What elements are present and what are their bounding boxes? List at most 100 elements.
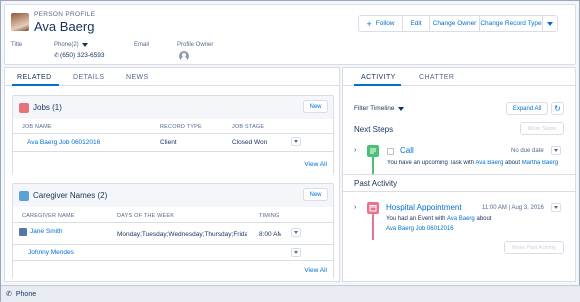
job-record-type: Client bbox=[160, 139, 177, 146]
event-title-link[interactable]: Hospital Appointment bbox=[386, 203, 462, 212]
column-header-days: DAYS OF THE WEEK bbox=[117, 213, 175, 219]
right-tabbar: ACTIVITY CHATTER bbox=[343, 68, 575, 86]
column-header-timing: TIMING bbox=[259, 213, 280, 219]
chevron-right-icon[interactable]: › bbox=[354, 147, 356, 154]
task-actions-button[interactable] bbox=[551, 146, 561, 155]
user-icon[interactable] bbox=[179, 51, 189, 61]
caregivers-card-title[interactable]: Caregiver Names (2) bbox=[33, 191, 107, 200]
jobs-new-button[interactable]: New bbox=[303, 100, 328, 113]
active-tab-indicator bbox=[354, 84, 401, 86]
task-due-date: No due date bbox=[511, 148, 544, 154]
row-actions-button[interactable] bbox=[291, 137, 301, 146]
title-field-label: Title bbox=[11, 42, 23, 48]
job-name-link[interactable]: Ava Baerg Job 06012016 bbox=[27, 139, 100, 146]
chevron-down-icon bbox=[547, 21, 553, 26]
phone-utility-item[interactable]: ✆ Phone bbox=[6, 290, 37, 299]
task-what-link[interactable]: Martha Baerg bbox=[522, 160, 558, 166]
active-tab-indicator bbox=[12, 84, 59, 86]
phone-utility-label: Phone bbox=[15, 290, 37, 298]
caregivers-new-button[interactable]: New bbox=[303, 188, 328, 201]
chevron-down-icon bbox=[294, 251, 298, 254]
task-text-prefix: You have an upcoming Task with bbox=[387, 160, 475, 166]
record-header: PERSON PROFILE Ava Baerg + Follow Edit C… bbox=[4, 4, 576, 65]
chevron-down-icon bbox=[81, 43, 88, 47]
divider bbox=[13, 151, 333, 152]
column-header-record-type: RECORD TYPE bbox=[160, 124, 202, 130]
utility-bar: ✆ Phone bbox=[1, 285, 580, 302]
caregivers-view-all-link[interactable]: View All bbox=[304, 267, 327, 274]
event-who-link[interactable]: Ava Baerg bbox=[447, 216, 475, 222]
tab-activity[interactable]: ACTIVITY bbox=[361, 74, 396, 81]
timeline-line bbox=[372, 214, 374, 240]
record-type-label: PERSON PROFILE bbox=[34, 11, 96, 18]
jobs-card: Jobs (1) New JOB NAME RECORD TYPE JOB ST… bbox=[12, 95, 334, 175]
chevron-down-icon bbox=[554, 206, 558, 209]
event-actions-button[interactable] bbox=[551, 203, 561, 212]
chevron-down-icon bbox=[554, 149, 558, 152]
jobs-view-all-link[interactable]: View All bbox=[304, 161, 327, 168]
caregiver-icon bbox=[19, 191, 29, 201]
filter-timeline-dropdown[interactable]: Filter Timeline bbox=[354, 105, 405, 112]
tab-related[interactable]: RELATED bbox=[17, 74, 52, 81]
jobs-table: JOB NAME RECORD TYPE JOB STAGE Ava Baerg… bbox=[13, 119, 333, 175]
page-title: Ava Baerg bbox=[34, 19, 95, 34]
task-description: You have an upcoming Task with Ava Baerg… bbox=[387, 160, 567, 166]
divider bbox=[13, 222, 333, 223]
header-action-buttons: + Follow Edit Change Owner Change Record… bbox=[358, 15, 558, 32]
more-actions-button[interactable] bbox=[542, 15, 558, 32]
plus-icon: + bbox=[366, 18, 372, 29]
task-who-link[interactable]: Ava Baerg bbox=[475, 160, 503, 166]
event-about-text: about bbox=[476, 216, 492, 222]
caregiver-days: Monday;Tuesday;Wednesday;Thursday;Friday bbox=[117, 231, 247, 238]
next-steps-heading: Next Steps bbox=[354, 125, 394, 134]
event-date: 11:00 AM | Aug 3, 2016 bbox=[482, 205, 544, 211]
caregiver-timing: 8:00 AM bbox=[259, 231, 281, 238]
caregivers-card: Caregiver Names (2) New CAREGIVER NAME D… bbox=[12, 183, 334, 279]
change-owner-button[interactable]: Change Owner bbox=[429, 15, 480, 32]
follow-label: Follow bbox=[375, 20, 395, 27]
edit-button[interactable]: Edit bbox=[402, 15, 430, 32]
divider bbox=[343, 191, 575, 192]
chevron-down-icon bbox=[294, 140, 298, 143]
owner-field-label: Profile Owner bbox=[177, 42, 214, 48]
tab-details[interactable]: DETAILS bbox=[73, 74, 104, 81]
expand-all-button[interactable]: Expand All bbox=[506, 102, 548, 115]
task-title-link[interactable]: Call bbox=[400, 146, 414, 155]
caregiver-name-link[interactable]: Johnny Mendes bbox=[28, 249, 74, 256]
phone-field-value[interactable]: ✆(650) 323-6593 bbox=[54, 52, 104, 59]
task-about-text: about bbox=[505, 160, 521, 166]
divider bbox=[13, 244, 333, 245]
tab-news[interactable]: NEWS bbox=[126, 74, 149, 81]
jobs-card-title[interactable]: Jobs (1) bbox=[33, 103, 62, 112]
event-text-prefix: You had an Event with bbox=[386, 216, 446, 222]
event-what-link[interactable]: Ava Baerg Job 06012016 bbox=[386, 226, 454, 232]
phone-field-label-text: Phone(2) bbox=[54, 42, 79, 48]
more-past-activity-button[interactable]: More Past Activity bbox=[504, 241, 564, 254]
phone-icon: ✆ bbox=[6, 291, 12, 298]
refresh-icon[interactable]: ↻ bbox=[551, 102, 564, 115]
more-steps-button[interactable]: More Steps bbox=[520, 122, 564, 135]
event-description: You had an Event with Ava Baerg about bbox=[386, 216, 491, 222]
caregiver-name-link[interactable]: Jane Smith bbox=[30, 228, 63, 235]
briefcase-icon bbox=[19, 103, 29, 113]
timeline-line bbox=[372, 157, 374, 175]
change-record-type-button[interactable]: Change Record Type bbox=[479, 15, 543, 32]
row-actions-button[interactable] bbox=[291, 228, 301, 237]
activity-panel: ACTIVITY CHATTER Filter Timeline Expand … bbox=[342, 67, 576, 282]
caregivers-table: CAREGIVER NAME DAYS OF THE WEEK TIMING J… bbox=[13, 207, 333, 279]
phone-number: (650) 323-6593 bbox=[60, 52, 105, 59]
tab-chatter[interactable]: CHATTER bbox=[419, 74, 454, 81]
phone-field-label[interactable]: Phone(2) bbox=[54, 42, 88, 48]
calendar-icon bbox=[367, 202, 379, 214]
divider bbox=[343, 174, 575, 175]
divider bbox=[13, 260, 333, 261]
column-header-job-name: JOB NAME bbox=[22, 124, 52, 130]
row-actions-button[interactable] bbox=[291, 248, 301, 257]
left-tabbar: RELATED DETAILS NEWS bbox=[5, 68, 339, 86]
app-frame: PERSON PROFILE Ava Baerg + Follow Edit C… bbox=[0, 0, 580, 302]
email-field-label: Email bbox=[134, 42, 150, 48]
past-activity-heading: Past Activity bbox=[354, 179, 398, 188]
chevron-right-icon[interactable]: › bbox=[354, 204, 356, 211]
task-checkbox[interactable] bbox=[387, 148, 394, 155]
follow-button[interactable]: + Follow bbox=[358, 15, 403, 32]
